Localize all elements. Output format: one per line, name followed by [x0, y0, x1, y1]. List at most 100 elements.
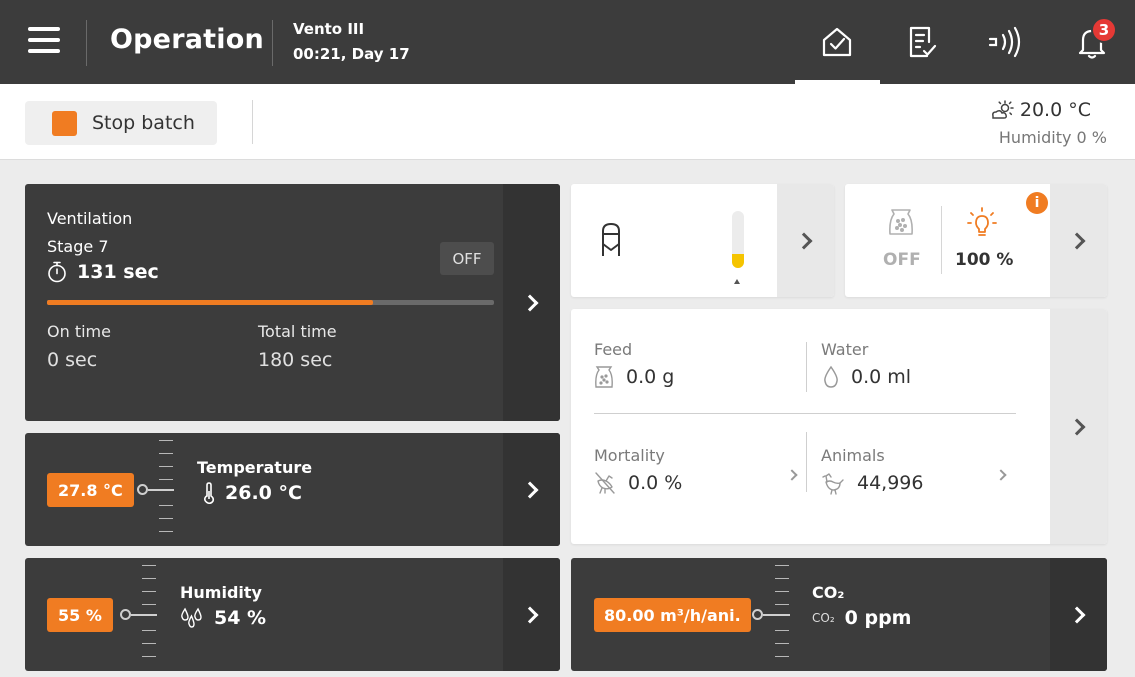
stats-divider	[594, 413, 1016, 414]
chicken-icon	[822, 473, 844, 495]
dead-chicken-icon	[595, 472, 615, 494]
feed-bag-icon	[595, 366, 613, 388]
stop-icon	[52, 110, 77, 136]
stopwatch-icon	[48, 261, 66, 283]
water-reading: 0.0 ml	[823, 365, 911, 389]
chevron-right-icon	[1068, 232, 1085, 249]
menu-icon[interactable]	[28, 27, 60, 57]
chevron-right-icon	[521, 481, 538, 498]
co2-reading: CO₂ 0 ppm	[812, 607, 911, 629]
production-stats-card[interactable]: Feed 0.0 g Water 0.0 ml Mortality 0.0 % …	[571, 309, 1107, 544]
temperature-title: Temperature	[197, 458, 313, 477]
feeder-light-open-button[interactable]	[1050, 184, 1107, 297]
stop-batch-button[interactable]: Stop batch	[25, 101, 217, 145]
temperature-value: 26.0 °C	[225, 482, 302, 504]
feed-reading: 0.0 g	[594, 365, 674, 389]
co2-value: 0 ppm	[844, 607, 912, 629]
ventilation-progress-fill	[47, 300, 374, 305]
production-stats-open-button[interactable]	[1050, 309, 1107, 544]
action-bar-divider	[252, 100, 253, 144]
house-check-icon[interactable]	[815, 20, 859, 64]
temperature-card[interactable]: 27.8 °C Temperature 26.0 °C	[25, 433, 560, 546]
temperature-scale	[137, 433, 179, 546]
ventilation-card[interactable]: Ventilation Stage 7 131 sec OFF On time …	[25, 184, 560, 421]
ventilation-title: Ventilation	[47, 209, 133, 228]
co2-indicator	[752, 609, 763, 620]
temperature-reading: 26.0 °C	[203, 482, 302, 504]
silo-level-gauge	[732, 211, 744, 268]
action-bar: Stop batch 20.0 °C Humidity 0 %	[0, 84, 1135, 160]
ventilation-timer-value: 131 sec	[77, 261, 159, 283]
mortality-value: 0.0 %	[628, 472, 683, 494]
broadcast-icon[interactable]	[984, 20, 1028, 64]
humidity-indicator	[120, 609, 131, 620]
on-time-value: 0 sec	[47, 349, 98, 371]
feed-value: 0.0 g	[626, 366, 675, 388]
co2-title: CO₂	[812, 583, 845, 602]
co2-card[interactable]: 80.00 m³/h/ani. CO₂ CO₂ 0 ppm	[571, 558, 1107, 671]
humidity-setpoint[interactable]: 55 %	[47, 598, 113, 632]
feeder-state: OFF	[883, 250, 921, 270]
info-icon[interactable]: i	[1026, 192, 1048, 214]
partly-cloudy-icon	[991, 100, 1014, 119]
mortality-reading[interactable]: 0.0 %	[594, 471, 682, 495]
animals-reading[interactable]: 44,996	[821, 471, 923, 495]
stats-divider	[806, 342, 807, 392]
ventilation-stage: Stage 7	[47, 237, 109, 256]
header-divider	[272, 20, 273, 66]
notification-badge[interactable]: 3	[1091, 17, 1117, 43]
feed-bag-icon	[889, 209, 913, 235]
outside-humidity: Humidity 0 %	[998, 128, 1107, 147]
humidity-open-button[interactable]	[503, 558, 560, 671]
silo-open-button[interactable]	[777, 184, 834, 297]
stop-batch-label: Stop batch	[92, 112, 195, 134]
total-time-label: Total time	[258, 322, 337, 341]
on-time-label: On time	[47, 322, 111, 341]
animals-open-icon[interactable]	[995, 469, 1007, 481]
device-time: 00:21, Day 17	[293, 45, 410, 63]
device-name: Vento III	[293, 20, 365, 38]
feeder-light-card[interactable]: OFF 100 % i	[845, 184, 1107, 297]
humidity-value: 54 %	[214, 607, 267, 629]
humidity-card[interactable]: 55 % Humidity 54 %	[25, 558, 560, 671]
silo-level-marker-icon	[734, 279, 740, 284]
chevron-right-icon	[1068, 418, 1085, 435]
chevron-right-icon	[521, 294, 538, 311]
co2-icon: CO₂	[812, 611, 835, 625]
animals-value: 44,996	[857, 472, 924, 494]
water-drop-icon	[824, 365, 838, 388]
silo-level-fill	[732, 253, 744, 268]
chevron-right-icon	[521, 606, 538, 623]
water-value: 0.0 ml	[851, 366, 912, 388]
temperature-setpoint[interactable]: 27.8 °C	[47, 473, 134, 507]
chevron-right-icon	[1068, 606, 1085, 623]
mortality-open-icon[interactable]	[786, 469, 798, 481]
outside-temperature-value: 20.0 °C	[1019, 99, 1091, 121]
silo-icon	[602, 223, 620, 256]
checklist-icon[interactable]	[900, 20, 944, 64]
feeder-light-divider	[941, 206, 942, 274]
animals-label: Animals	[821, 446, 885, 465]
humidity-title: Humidity	[180, 583, 262, 602]
thermometer-icon	[204, 482, 215, 504]
mortality-label: Mortality	[594, 446, 665, 465]
light-bulb-icon	[967, 207, 997, 236]
light-level: 100 %	[955, 250, 1014, 270]
feed-label: Feed	[594, 340, 633, 359]
ventilation-timer: 131 sec	[47, 261, 159, 283]
stats-divider	[806, 432, 807, 492]
temperature-open-button[interactable]	[503, 433, 560, 546]
header-divider	[86, 20, 87, 66]
co2-scale	[752, 558, 795, 671]
silo-card[interactable]	[571, 184, 834, 297]
temperature-indicator	[137, 484, 148, 495]
water-label: Water	[821, 340, 869, 359]
ventilation-open-button[interactable]	[503, 184, 560, 421]
co2-setpoint[interactable]: 80.00 m³/h/ani.	[594, 598, 751, 632]
chevron-right-icon	[795, 232, 812, 249]
humidity-reading: 54 %	[180, 607, 266, 629]
co2-open-button[interactable]	[1050, 558, 1107, 671]
ventilation-progress-bar	[47, 300, 494, 305]
top-bar: Operation Vento III 00:21, Day 17 3	[0, 0, 1135, 84]
outside-temperature: 20.0 °C	[990, 99, 1091, 121]
